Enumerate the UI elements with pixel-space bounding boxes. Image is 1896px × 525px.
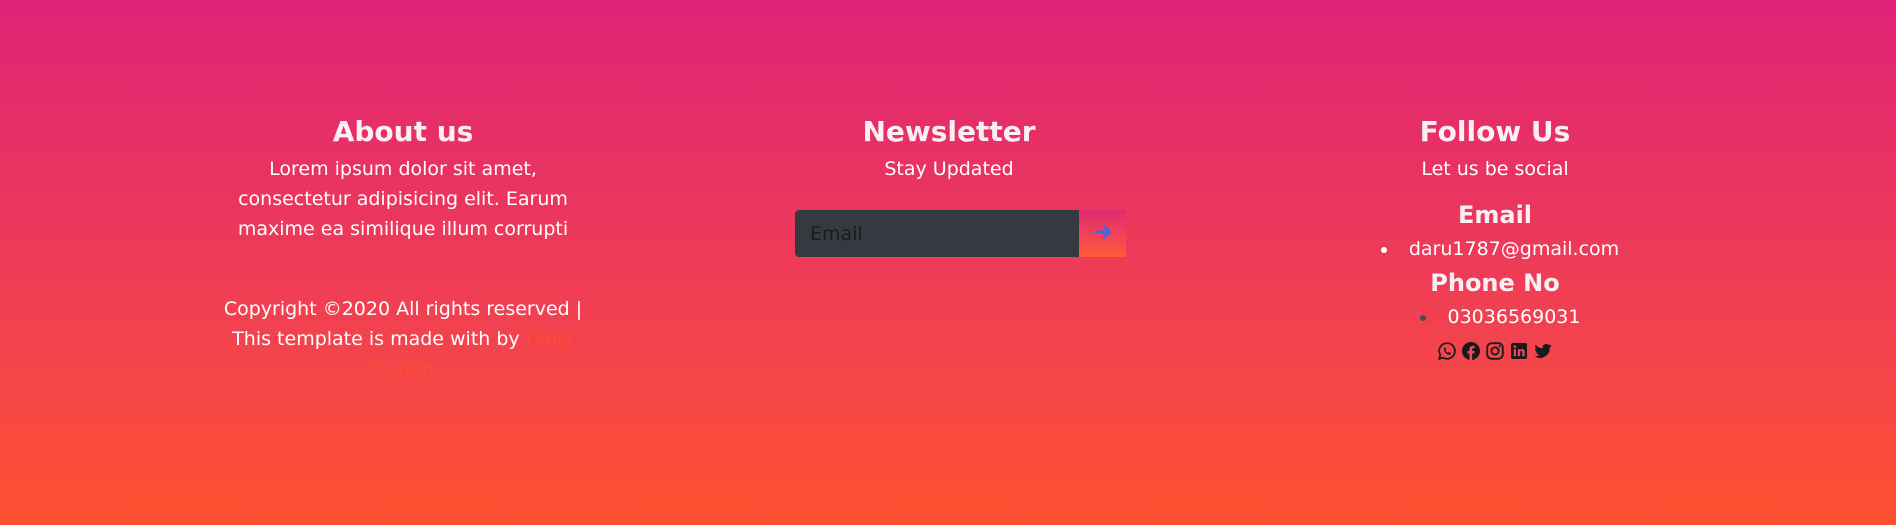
about-section: About us Lorem ipsum dolor sit amet, con…: [200, 112, 606, 384]
follow-subheading: Let us be social: [1421, 158, 1569, 180]
twitter-icon[interactable]: [1533, 341, 1553, 361]
follow-section: Follow Us Let us be social Email daru178…: [1304, 112, 1686, 361]
template-credit: This template is made with by Daily Tuit…: [200, 324, 606, 384]
about-heading: About us: [332, 115, 474, 148]
copyright: Copyright ©2020 All rights reserved | Th…: [200, 294, 606, 384]
template-credit-prefix: This template is made with by: [232, 328, 526, 350]
copyright-line: Copyright ©2020 All rights reserved |: [223, 298, 583, 320]
email-list: daru1787@gmail.com: [1371, 234, 1619, 264]
facebook-icon[interactable]: [1461, 341, 1481, 361]
instagram-icon[interactable]: [1485, 341, 1505, 361]
newsletter-email-input[interactable]: [795, 210, 1079, 257]
phone-number: 03036569031: [1438, 302, 1581, 332]
email-address: daru1787@gmail.com: [1399, 234, 1619, 264]
footer: About us Lorem ipsum dolor sit amet, con…: [0, 0, 1896, 525]
newsletter-section: Newsletter Stay Updated: [756, 112, 1142, 184]
newsletter-heading: Newsletter: [862, 115, 1036, 148]
arrow-right-icon: [1093, 222, 1113, 245]
social-icons: [1304, 341, 1686, 361]
newsletter-subheading: Stay Updated: [884, 158, 1014, 180]
about-text: Lorem ipsum dolor sit amet, consectetur …: [237, 158, 569, 240]
phone-list: 03036569031: [1410, 302, 1581, 332]
subscribe-button[interactable]: [1079, 210, 1126, 257]
linkedin-icon[interactable]: [1509, 341, 1529, 361]
email-heading: Email: [1457, 201, 1533, 229]
phone-heading: Phone No: [1430, 269, 1560, 297]
follow-heading: Follow Us: [1419, 115, 1571, 148]
whatsapp-icon[interactable]: [1437, 341, 1457, 361]
newsletter-form: [795, 210, 1126, 257]
